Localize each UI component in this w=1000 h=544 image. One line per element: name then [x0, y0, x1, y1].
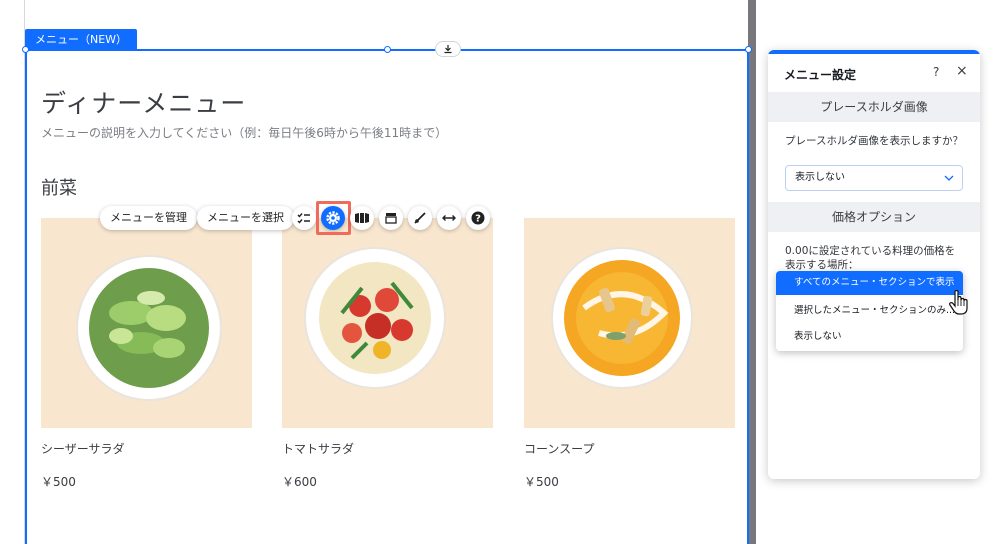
download-button[interactable] — [435, 41, 461, 57]
brush-button[interactable] — [408, 206, 432, 230]
canvas-right-gutter — [748, 0, 756, 544]
dish-name: トマトサラダ — [282, 442, 355, 456]
dropdown-option-hide[interactable]: 表示しない — [776, 325, 963, 349]
dropdown-option-selected[interactable]: 選択したメニュー・セクションのみ... — [776, 299, 963, 323]
help-icon: ? — [471, 211, 485, 225]
price-display-dropdown[interactable]: すべてのメニュー・セクションで表示 選択したメニュー・セクションのみ... 表示… — [776, 271, 963, 351]
placeholder-select[interactable]: 表示しない — [785, 165, 963, 191]
panel-title: メニュー設定 — [784, 68, 857, 82]
menu-section-title: 前菜 — [41, 178, 77, 199]
dish-price: ￥500 — [41, 475, 76, 489]
dish-name: シーザーサラダ — [41, 442, 125, 456]
design-button[interactable] — [379, 206, 403, 230]
section-tag[interactable]: メニュー（NEW） — [25, 29, 138, 50]
svg-text:?: ? — [475, 214, 481, 225]
dish-image-tomato-salad — [282, 218, 493, 428]
placeholder-heading: プレースホルダ画像 — [768, 92, 980, 122]
brush-icon — [414, 212, 426, 224]
stretch-icon — [442, 215, 456, 221]
resize-handle-right[interactable] — [745, 46, 752, 53]
manage-menu-button[interactable]: メニューを管理 — [100, 206, 197, 230]
dropdown-option-all[interactable]: すべてのメニュー・セクションで表示 — [776, 271, 963, 295]
panel-close-button[interactable]: × — [956, 63, 968, 79]
checklist-button[interactable] — [292, 206, 316, 230]
resize-handle-top[interactable] — [384, 46, 391, 53]
canvas-left-margin — [0, 0, 24, 544]
dish-image-corn-soup — [524, 218, 735, 428]
select-menu-button[interactable]: メニューを選択 — [197, 206, 294, 230]
placeholder-select-value: 表示しない — [795, 172, 845, 183]
menu-settings-panel: メニュー設定 ? × プレースホルダ画像 プレースホルダ画像を表示しますか？ 表… — [768, 50, 980, 479]
download-icon — [444, 45, 452, 54]
help-button[interactable]: ? — [466, 206, 490, 230]
dish-price: ￥500 — [524, 475, 559, 489]
placeholder-question: プレースホルダ画像を表示しますか？ — [785, 135, 963, 147]
layout-button[interactable] — [350, 206, 374, 230]
design-icon — [385, 213, 397, 224]
layout-icon — [355, 213, 369, 223]
hand-cursor-icon — [948, 289, 970, 320]
dish-name: コーンスープ — [524, 442, 595, 456]
dish-price: ￥600 — [282, 475, 317, 489]
panel-help-button[interactable]: ? — [933, 65, 939, 79]
stretch-button[interactable] — [437, 206, 461, 230]
settings-highlight — [316, 201, 351, 235]
checklist-icon — [297, 213, 310, 224]
editor-stage: メニュー（NEW） ディナーメニュー メニューの説明を入力してください（例：毎日… — [0, 0, 1000, 544]
menu-description: メニューの説明を入力してください（例：毎日午後6時から午後11時まで） — [41, 126, 448, 140]
panel-accent-bar — [768, 50, 980, 54]
dish-image-caesar-salad — [41, 218, 252, 428]
menu-title: ディナーメニュー — [41, 89, 247, 118]
chevron-down-icon — [944, 166, 954, 200]
price-options-heading: 価格オプション — [768, 202, 980, 232]
resize-handle-left[interactable] — [22, 46, 29, 53]
price-question: 0.00に設定されている料理の価格を表示する場所： — [785, 245, 956, 271]
